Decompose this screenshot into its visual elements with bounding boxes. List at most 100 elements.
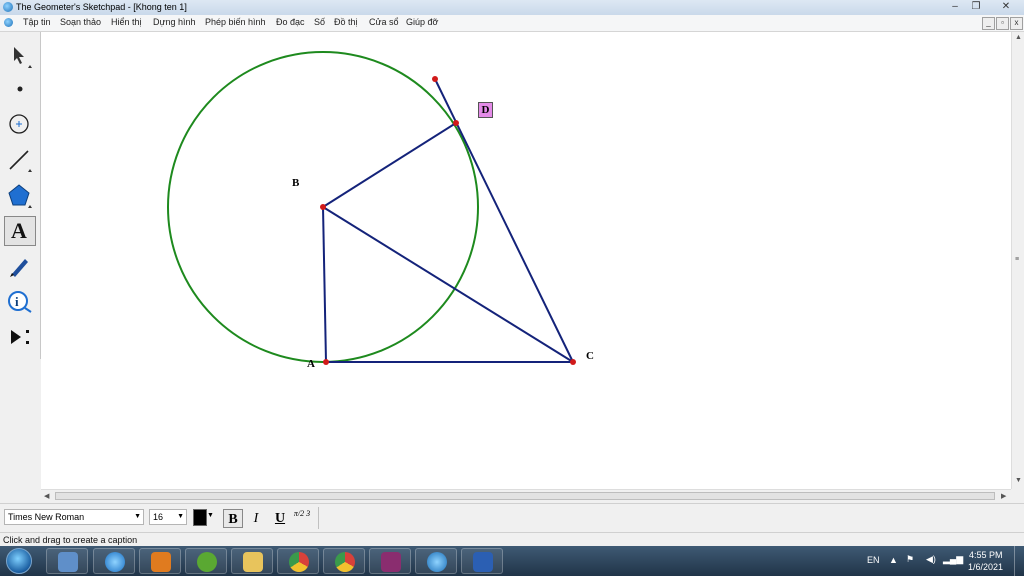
font-size-select[interactable]: 16 ▼ (149, 509, 187, 525)
scroll-up-icon[interactable]: ▲ (1015, 34, 1022, 41)
horizontal-scroll-thumb[interactable] (55, 492, 995, 500)
arrow-select-tool[interactable] (4, 41, 36, 71)
chevron-down-icon: ▼ (177, 513, 184, 520)
taskbar-sketchpad[interactable] (415, 548, 457, 574)
minimize-button[interactable]: – (945, 1, 965, 13)
clock-date[interactable]: 1/6/2021 (968, 562, 1003, 572)
sketch-drawing[interactable] (41, 32, 1011, 489)
doc-close-button[interactable]: x (1010, 17, 1023, 30)
doc-minimize-button[interactable]: _ (982, 17, 995, 30)
chrome-beta-icon (289, 552, 309, 572)
straightedge-icon (9, 150, 32, 172)
language-indicator[interactable]: EN (867, 555, 880, 565)
math-format-button[interactable]: π/2 3 (292, 509, 312, 528)
point-end[interactable] (432, 76, 438, 82)
color-dropdown-icon[interactable]: ▼ (207, 512, 214, 519)
taskbar-internet-explorer[interactable] (93, 548, 135, 574)
polygon-tool[interactable] (4, 181, 36, 211)
show-hidden-icons-icon[interactable]: ▲ (889, 555, 898, 565)
straightedge-tool[interactable] (4, 145, 36, 175)
menu-window[interactable]: Cửa sổ (369, 17, 399, 27)
vertical-scrollbar[interactable]: ▲ ≡ ▼ (1011, 32, 1024, 489)
text-color-swatch[interactable] (193, 509, 207, 526)
label-d[interactable]: D (478, 102, 493, 118)
action-center-icon[interactable]: ⚑ (906, 554, 914, 565)
custom-tool-icon (11, 330, 29, 344)
clock-time[interactable]: 4:55 PM (969, 550, 1003, 560)
window-title: The Geometer's Sketchpad - [Khong ten 1] (16, 2, 187, 12)
menu-number[interactable]: Số (314, 17, 325, 27)
point-icon (17, 86, 23, 92)
sketch-canvas[interactable]: B A C D (41, 32, 1011, 489)
italic-button[interactable]: I (246, 509, 266, 528)
horizontal-scrollbar[interactable]: ◀ ▶ (41, 489, 1011, 503)
volume-icon[interactable]: ◀) (926, 554, 936, 565)
start-button[interactable] (6, 548, 32, 574)
internet-explorer-icon (105, 552, 125, 572)
font-family-select[interactable]: Times New Roman ▼ (4, 509, 144, 525)
scroll-left-icon[interactable]: ◀ (44, 492, 49, 500)
control-panel-icon (58, 552, 78, 572)
text-tool-glyph: A (11, 218, 27, 243)
text-tool[interactable]: A (4, 216, 36, 246)
network-icon[interactable]: ▂▄▆ (943, 554, 963, 565)
taskbar-chrome[interactable] (323, 548, 365, 574)
scroll-grip-icon[interactable]: ≡ (1015, 256, 1019, 263)
menu-measure[interactable]: Đo đạc (276, 17, 305, 27)
status-bar: Click and drag to create a caption (0, 532, 1024, 547)
menu-help[interactable]: Giúp đỡ (406, 17, 438, 27)
app-icon (3, 2, 13, 12)
segment-ba[interactable] (322, 206, 327, 363)
text-format-toolbar: Times New Roman ▼ 16 ▼ ▼ B I U π/2 3 (0, 503, 1024, 533)
folder-icon (243, 552, 263, 572)
compass-icon (9, 114, 29, 134)
document-icon[interactable] (4, 18, 13, 27)
point-tool[interactable] (4, 74, 36, 104)
doc-restore-button[interactable]: ▫ (996, 17, 1009, 30)
word-icon (473, 552, 493, 572)
marker-tool[interactable] (4, 251, 36, 281)
compass-tool[interactable] (4, 109, 36, 139)
menu-display[interactable]: Hiển thị (111, 17, 142, 27)
taskbar-winrar[interactable] (369, 548, 411, 574)
point-c[interactable] (570, 359, 576, 365)
font-family-value: Times New Roman (8, 512, 85, 522)
information-tool[interactable]: i (4, 286, 36, 316)
coc-coc-icon (197, 552, 217, 572)
point-d[interactable] (453, 120, 459, 126)
label-b[interactable]: B (292, 177, 299, 189)
chevron-down-icon: ▼ (134, 513, 141, 520)
underline-button[interactable]: U (270, 509, 290, 528)
taskbar-control-panel[interactable] (46, 548, 88, 574)
show-desktop-button[interactable] (1014, 546, 1024, 576)
marker-icon (10, 259, 28, 277)
media-player-icon (151, 552, 171, 572)
taskbar-chrome-beta[interactable] (277, 548, 319, 574)
label-d-text: D (481, 104, 490, 116)
title-bar: The Geometer's Sketchpad - [Khong ten 1]… (0, 0, 1024, 15)
taskbar-media-player[interactable] (139, 548, 181, 574)
bold-button[interactable]: B (223, 509, 243, 528)
menu-file[interactable]: Tập tin (23, 17, 51, 27)
custom-tool[interactable] (4, 322, 36, 352)
point-a[interactable] (323, 359, 329, 365)
point-b[interactable] (320, 204, 326, 210)
menu-construct[interactable]: Dựng hình (153, 17, 196, 27)
info-glyph: i (15, 294, 19, 309)
close-button[interactable]: ✕ (996, 1, 1016, 13)
menu-bar: Tập tin Soạn thảo Hiển thị Dựng hình Phé… (0, 15, 1024, 32)
scroll-right-icon[interactable]: ▶ (1001, 492, 1006, 500)
taskbar-file-explorer[interactable] (231, 548, 273, 574)
information-icon: i (8, 291, 32, 313)
taskbar-word[interactable] (461, 548, 503, 574)
taskbar-coc-coc[interactable] (185, 548, 227, 574)
menu-transform[interactable]: Phép biến hình (205, 17, 266, 27)
scroll-down-icon[interactable]: ▼ (1015, 477, 1022, 484)
segment-bd[interactable] (322, 122, 457, 208)
menu-edit[interactable]: Soạn thảo (60, 17, 101, 27)
label-a[interactable]: A (307, 358, 315, 370)
arrow-select-icon (14, 47, 32, 68)
label-c[interactable]: C (586, 350, 594, 362)
menu-graph[interactable]: Đồ thị (334, 17, 358, 27)
maximize-button[interactable]: ❐ (966, 1, 986, 13)
